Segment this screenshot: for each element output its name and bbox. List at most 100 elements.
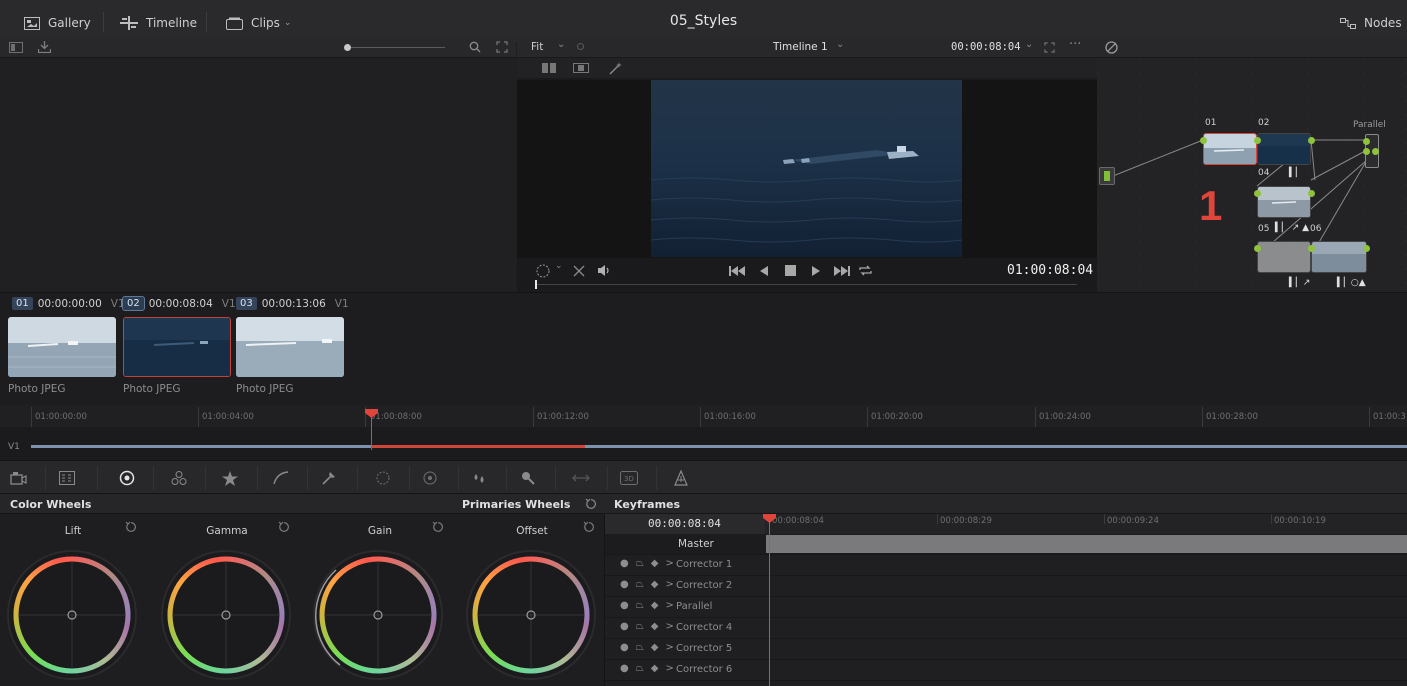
diamond-icon[interactable]: ◆ — [651, 663, 659, 674]
close-icon[interactable] — [573, 265, 585, 277]
fit-dropdown[interactable]: Fit — [531, 41, 543, 53]
chevron-right-icon[interactable]: > — [665, 621, 673, 632]
node-05[interactable] — [1257, 241, 1311, 273]
scrubber-playhead[interactable] — [535, 280, 537, 289]
color-wheels-icon[interactable] — [116, 467, 138, 489]
zoom-slider-handle[interactable] — [344, 44, 351, 51]
lock-icon[interactable]: ⏢ — [636, 663, 644, 674]
diamond-icon[interactable]: ◆ — [651, 642, 659, 653]
clip-2-thumbnail[interactable] — [123, 317, 231, 377]
dot-icon[interactable]: ● — [620, 558, 629, 569]
gain-reset-icon[interactable] — [432, 521, 444, 533]
search-icon[interactable] — [468, 40, 482, 54]
lock-icon[interactable]: ⏢ — [636, 621, 644, 632]
node-04[interactable] — [1257, 186, 1311, 218]
gain-wheel[interactable] — [313, 550, 443, 680]
camera-raw-icon[interactable] — [8, 467, 30, 489]
diamond-icon[interactable]: ◆ — [651, 621, 659, 632]
node-input-dot[interactable] — [1200, 137, 1207, 144]
current-clip-segment[interactable] — [372, 445, 585, 448]
timecode-display[interactable]: 00:00:08:04 — [951, 41, 1021, 53]
node-output-dot[interactable] — [1363, 245, 1370, 252]
node-graph[interactable]: 01 02 ▍▏ 04 05 ▍▏ ↗ ▲ 06 ▍▏↗ ▍▏○▲ Parall… — [1097, 58, 1407, 292]
tracker-icon[interactable] — [419, 467, 441, 489]
dot-icon[interactable]: ● — [620, 621, 629, 632]
panel-toggle-icon[interactable] — [8, 40, 24, 54]
node-02[interactable] — [1257, 133, 1311, 165]
lift-reset-icon[interactable] — [125, 521, 137, 533]
dot-icon[interactable]: ● — [620, 600, 629, 611]
skip-start-icon[interactable] — [729, 265, 745, 277]
wheels-mode-dropdown[interactable]: Primaries Wheels — [462, 498, 570, 511]
lock-icon[interactable]: ⏢ — [636, 579, 644, 590]
diamond-icon[interactable]: ◆ — [651, 600, 659, 611]
reset-all-icon[interactable] — [585, 498, 597, 510]
key-icon[interactable] — [517, 467, 539, 489]
playhead-marker-icon[interactable] — [763, 514, 776, 523]
dot-icon[interactable]: ● — [620, 642, 629, 653]
gamma-reset-icon[interactable] — [278, 521, 290, 533]
timeline-name[interactable]: Timeline 1 — [773, 41, 828, 53]
roi-circle-icon[interactable] — [535, 264, 553, 278]
node-input-dot[interactable] — [1254, 245, 1261, 252]
parallel-input-dot[interactable] — [1363, 148, 1370, 155]
lift-wheel[interactable] — [7, 550, 137, 680]
3d-icon[interactable]: 3D — [618, 467, 640, 489]
play-reverse-icon[interactable] — [759, 265, 769, 277]
gallery-button[interactable]: Gallery — [24, 13, 91, 33]
more-options-icon[interactable]: ··· — [1069, 37, 1081, 52]
clips-button[interactable]: Clips ⌄ — [226, 13, 291, 33]
master-track-bar[interactable] — [766, 535, 1407, 553]
window-icon[interactable] — [372, 467, 394, 489]
stop-icon[interactable] — [785, 265, 796, 276]
diamond-icon[interactable]: ◆ — [651, 558, 659, 569]
color-match-icon[interactable] — [56, 467, 78, 489]
timeline-button[interactable]: Timeline — [120, 13, 197, 33]
qualifier-icon[interactable] — [318, 467, 340, 489]
split-view-icon[interactable] — [542, 63, 556, 73]
speaker-icon[interactable] — [597, 264, 612, 277]
node-06[interactable] — [1311, 241, 1367, 273]
node-output-dot[interactable] — [1308, 190, 1315, 197]
parallel-output-dot[interactable] — [1372, 148, 1379, 155]
motion-effects-icon[interactable] — [219, 467, 241, 489]
keyframe-row[interactable] — [605, 597, 1407, 618]
offset-reset-icon[interactable] — [583, 521, 595, 533]
track-clips[interactable] — [31, 445, 1407, 448]
playhead-marker-icon[interactable] — [365, 409, 378, 418]
node-output-dot[interactable] — [1308, 245, 1315, 252]
bypass-icon[interactable] — [1105, 41, 1118, 54]
node-01[interactable] — [1203, 133, 1257, 165]
chevron-right-icon[interactable]: > — [665, 600, 673, 611]
scrubber-bar[interactable] — [535, 284, 1077, 285]
blur-icon[interactable] — [468, 467, 490, 489]
sizing-icon[interactable] — [570, 467, 592, 489]
fullscreen-icon[interactable] — [1043, 41, 1055, 53]
fx-icon[interactable] — [670, 467, 692, 489]
rgb-mixer-icon[interactable] — [168, 467, 190, 489]
gamma-wheel[interactable] — [161, 550, 291, 680]
keyframe-playhead[interactable] — [769, 520, 770, 686]
offset-wheel[interactable] — [466, 550, 596, 680]
dot-icon[interactable]: ● — [620, 663, 629, 674]
chevron-right-icon[interactable]: > — [665, 663, 673, 674]
loop-icon[interactable] — [858, 264, 873, 277]
parallel-input-dot[interactable] — [1363, 138, 1370, 145]
chevron-right-icon[interactable]: > — [665, 579, 673, 590]
play-icon[interactable] — [811, 265, 821, 277]
zoom-slider[interactable] — [345, 47, 445, 48]
nodes-button[interactable]: Nodes — [1340, 13, 1402, 33]
clip-3-thumbnail[interactable] — [236, 317, 344, 377]
wipe-icon[interactable] — [573, 63, 589, 73]
lock-icon[interactable]: ⏢ — [636, 600, 644, 611]
lock-icon[interactable]: ⏢ — [636, 642, 644, 653]
dot-icon[interactable]: ● — [620, 579, 629, 590]
lock-icon[interactable]: ⏢ — [636, 558, 644, 569]
chevron-right-icon[interactable]: > — [665, 642, 673, 653]
node-output-dot[interactable] — [1308, 137, 1315, 144]
clip-1-thumbnail[interactable] — [8, 317, 116, 377]
download-icon[interactable] — [36, 40, 52, 54]
expand-icon[interactable] — [495, 40, 509, 54]
curves-icon[interactable] — [270, 467, 292, 489]
magic-wand-icon[interactable] — [609, 61, 623, 75]
